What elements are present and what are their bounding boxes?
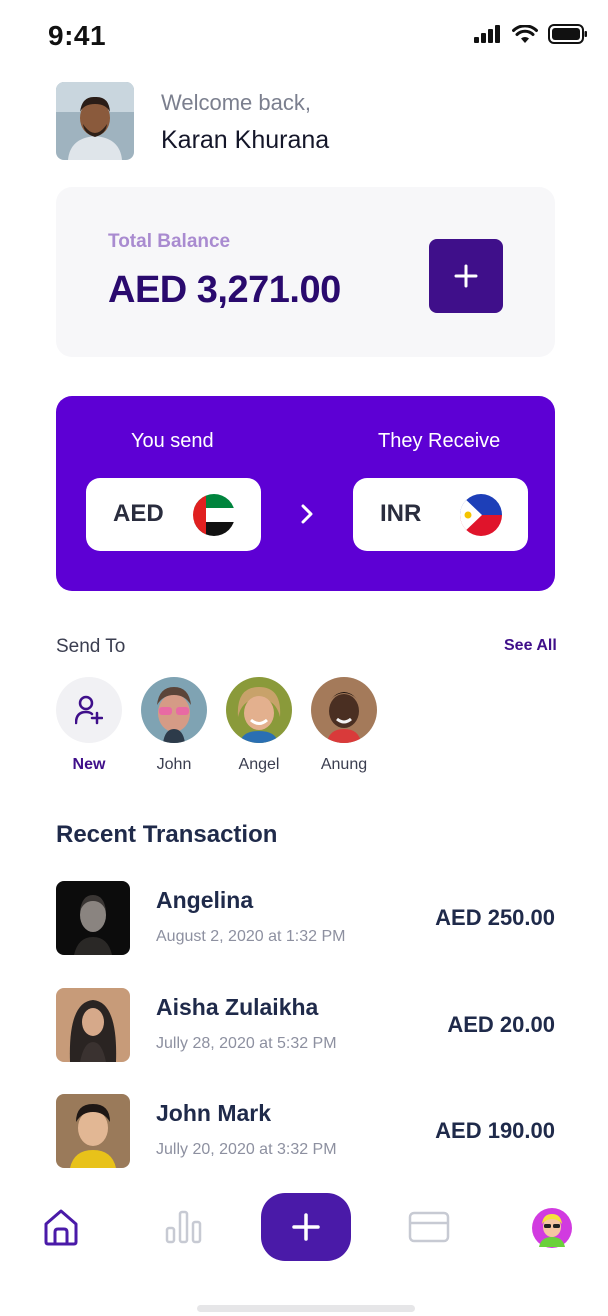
transaction-date: Jully 20, 2020 at 3:32 PM bbox=[156, 1141, 337, 1158]
transaction-name: John Mark bbox=[156, 1100, 272, 1126]
to-currency-code: INR bbox=[380, 500, 422, 527]
new-contact-circle bbox=[56, 677, 122, 743]
contact-avatar bbox=[141, 677, 207, 743]
nav-profile[interactable] bbox=[531, 1207, 573, 1249]
plus-icon bbox=[292, 1213, 320, 1241]
transaction-avatar bbox=[56, 1094, 130, 1168]
new-contact-button[interactable]: New bbox=[56, 677, 122, 773]
to-currency-selector[interactable]: INR bbox=[353, 478, 528, 551]
welcome-text: Welcome back, bbox=[161, 90, 311, 115]
nav-stats[interactable] bbox=[164, 1209, 204, 1245]
card-icon bbox=[408, 1211, 450, 1243]
user-avatar[interactable] bbox=[56, 82, 134, 160]
status-icons bbox=[474, 24, 588, 44]
transaction-date: August 2, 2020 at 1:32 PM bbox=[156, 928, 346, 945]
bar-chart-icon bbox=[165, 1210, 202, 1244]
contact-john[interactable]: John bbox=[141, 677, 207, 773]
nav-home[interactable] bbox=[42, 1207, 80, 1247]
nav-add-button[interactable] bbox=[261, 1193, 351, 1261]
signal-icon bbox=[474, 25, 500, 43]
home-indicator bbox=[197, 1305, 415, 1312]
user-name: Karan Khurana bbox=[161, 126, 330, 154]
transaction-date: Jully 28, 2020 at 5:32 PM bbox=[156, 1035, 337, 1052]
exchange-card: You send They Receive AED INR bbox=[56, 396, 555, 591]
profile-avatar-icon bbox=[532, 1208, 572, 1248]
contact-avatar bbox=[311, 677, 377, 743]
transaction-name: Angelina bbox=[156, 887, 254, 913]
you-send-label: You send bbox=[131, 430, 214, 452]
balance-label: Total Balance bbox=[108, 231, 231, 252]
flag-icon bbox=[460, 494, 502, 536]
they-receive-label: They Receive bbox=[378, 430, 501, 452]
chevron-right-icon bbox=[301, 504, 313, 524]
header: Welcome back, Karan Khurana bbox=[56, 82, 556, 162]
bottom-nav bbox=[0, 1185, 608, 1275]
balance-amount: AED 3,271.00 bbox=[108, 269, 341, 311]
transaction-avatar bbox=[56, 881, 130, 955]
transaction-amount: AED 250.00 bbox=[435, 905, 555, 930]
nav-cards[interactable] bbox=[408, 1211, 450, 1243]
battery-icon bbox=[548, 24, 587, 44]
add-funds-button[interactable] bbox=[429, 239, 503, 313]
contact-anung[interactable]: Anung bbox=[311, 677, 377, 773]
transaction-name: Aisha Zulaikha bbox=[156, 994, 319, 1020]
from-currency-selector[interactable]: AED bbox=[86, 478, 261, 551]
transaction-row[interactable]: Angelina August 2, 2020 at 1:32 PM AED 2… bbox=[56, 881, 555, 955]
contact-name: Anung bbox=[320, 756, 368, 773]
transaction-avatar bbox=[56, 988, 130, 1062]
transaction-row[interactable]: Aisha Zulaikha Jully 28, 2020 at 5:32 PM… bbox=[56, 988, 555, 1062]
recent-transaction-title: Recent Transaction bbox=[56, 821, 278, 848]
see-all-link[interactable]: See All bbox=[504, 637, 557, 655]
add-user-icon bbox=[75, 695, 103, 725]
transaction-row[interactable]: John Mark Jully 20, 2020 at 3:32 PM AED … bbox=[56, 1094, 555, 1168]
wifi-icon bbox=[512, 24, 538, 43]
balance-card: Total Balance AED 3,271.00 bbox=[56, 187, 555, 357]
contact-avatar bbox=[226, 677, 292, 743]
send-to-title: Send To bbox=[56, 636, 126, 657]
transaction-amount: AED 20.00 bbox=[447, 1012, 555, 1037]
status-bar: 9:41 bbox=[0, 0, 608, 70]
transaction-amount: AED 190.00 bbox=[435, 1118, 555, 1143]
uae-flag-icon bbox=[193, 494, 235, 536]
home-icon bbox=[44, 1209, 78, 1246]
plus-icon bbox=[454, 264, 478, 288]
status-time: 9:41 bbox=[48, 20, 107, 51]
contact-angel[interactable]: Angel bbox=[226, 677, 292, 773]
from-currency-code: AED bbox=[113, 500, 164, 527]
